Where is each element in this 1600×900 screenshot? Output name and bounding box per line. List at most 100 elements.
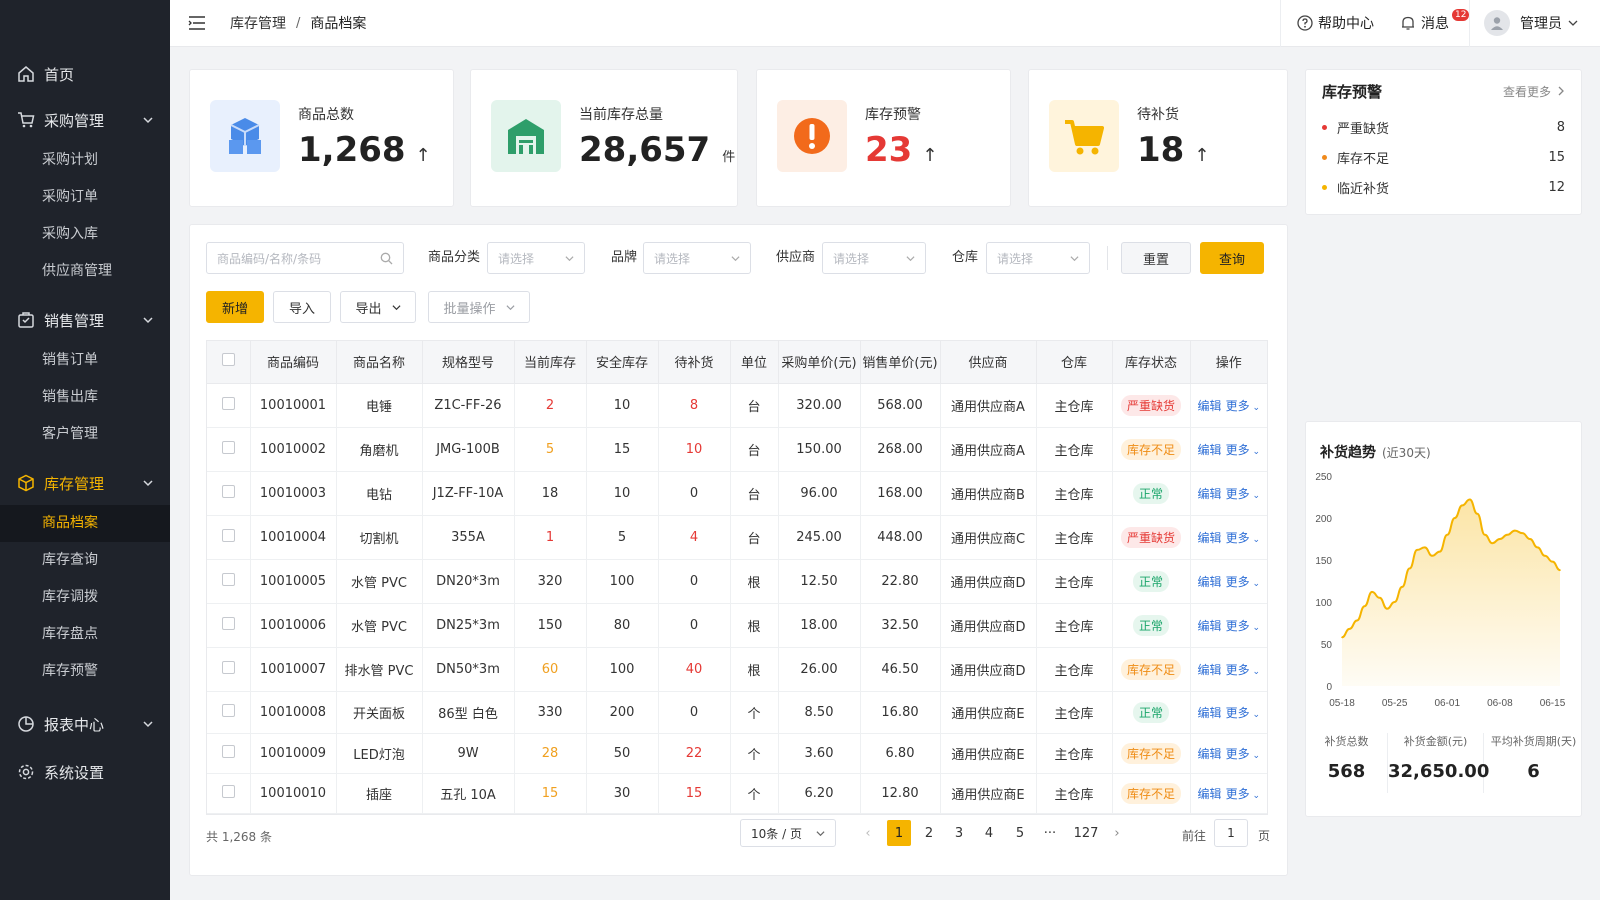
column-header[interactable]: 安全库存: [586, 341, 659, 384]
sidebar-item-stock-count[interactable]: 库存盘点: [0, 616, 170, 653]
table-row[interactable]: 10010010 插座 五孔 10A 15 30 15 个 6.20 12.80 通用供应商E 主仓…: [207, 773, 1267, 814]
checkbox[interactable]: [221, 572, 235, 586]
more-link[interactable]: 更多 ⌄: [1226, 787, 1260, 801]
column-header[interactable]: 供应商: [940, 341, 1037, 384]
column-header[interactable]: 商品名称: [336, 341, 423, 384]
nav-home[interactable]: 首页: [0, 50, 170, 98]
sidebar-item-purchase-order[interactable]: 采购订单: [0, 179, 170, 216]
edit-link[interactable]: 编辑: [1197, 619, 1221, 633]
more-link[interactable]: 更多 ⌄: [1226, 575, 1260, 589]
alert-item[interactable]: 临近补货 12: [1306, 172, 1581, 202]
row-checkbox[interactable]: [207, 603, 251, 648]
checkbox[interactable]: [221, 440, 235, 454]
column-header[interactable]: 待补货: [658, 341, 731, 384]
more-link[interactable]: 更多 ⌄: [1226, 531, 1260, 545]
page-button[interactable]: 1: [887, 820, 911, 846]
table-row[interactable]: 10010009 LED灯泡 9W 28 50 22 个 3.60 6.80 通用供应商E 主仓库库…: [207, 733, 1267, 774]
row-checkbox[interactable]: [207, 383, 251, 428]
edit-link[interactable]: 编辑: [1197, 575, 1221, 589]
breadcrumb-inventory[interactable]: 库存管理: [230, 13, 286, 33]
view-more-link[interactable]: 查看更多: [1503, 83, 1565, 100]
checkbox[interactable]: [221, 484, 235, 498]
sidebar-item-sales-order[interactable]: 销售订单: [0, 342, 170, 379]
nav-purchase[interactable]: 采购管理: [0, 98, 170, 142]
nav-reports[interactable]: 报表中心: [0, 700, 170, 748]
table-row[interactable]: 10010007 排水管 PVC DN50*3m 60 100 40 根 26.00 46.50…: [207, 647, 1267, 692]
edit-link[interactable]: 编辑: [1197, 706, 1221, 720]
alert-item[interactable]: 库存不足 15: [1306, 142, 1581, 172]
more-link[interactable]: 更多 ⌄: [1226, 399, 1260, 413]
checkbox[interactable]: [221, 396, 235, 410]
warehouse-select[interactable]: 请选择: [986, 242, 1090, 274]
page-button[interactable]: 2: [917, 820, 941, 846]
edit-link[interactable]: 编辑: [1197, 399, 1221, 413]
more-link[interactable]: 更多 ⌄: [1226, 706, 1260, 720]
row-checkbox[interactable]: [207, 471, 251, 516]
row-checkbox[interactable]: [207, 427, 251, 472]
table-row[interactable]: 10010006 水管 PVC DN25*3m 150 80 0 根 18.00 32.50 通用…: [207, 603, 1267, 648]
column-header[interactable]: 当前库存: [514, 341, 587, 384]
column-header[interactable]: 单位: [730, 341, 779, 384]
help-center-button[interactable]: 帮助中心: [1280, 0, 1390, 47]
sidebar-item-supplier[interactable]: 供应商管理: [0, 253, 170, 290]
sidebar-item-sales-outbound[interactable]: 销售出库: [0, 379, 170, 416]
page-ellipsis[interactable]: ···: [1038, 820, 1062, 846]
sidebar-item-stock-alert[interactable]: 库存预警: [0, 653, 170, 690]
column-header[interactable]: 规格型号: [422, 341, 515, 384]
table-row[interactable]: 10010008 开关面板 86型 白色 330 200 0 个 8.50 16.80 通用供应商…: [207, 691, 1267, 734]
user-menu[interactable]: 管理员: [1469, 0, 1600, 47]
category-select[interactable]: 请选择: [487, 242, 585, 274]
checkbox[interactable]: [221, 703, 235, 717]
more-link[interactable]: 更多 ⌄: [1226, 747, 1260, 761]
page-button[interactable]: 3: [947, 820, 971, 846]
batch-action-button[interactable]: 批量操作: [428, 291, 530, 323]
checkbox[interactable]: [221, 616, 235, 630]
goto-page-input[interactable]: 1: [1214, 819, 1248, 847]
edit-link[interactable]: 编辑: [1197, 487, 1221, 501]
column-header[interactable]: 仓库: [1036, 341, 1113, 384]
sidebar-item-stock-query[interactable]: 库存查询: [0, 542, 170, 579]
edit-link[interactable]: 编辑: [1197, 663, 1221, 677]
sidebar-item-purchase-inbound[interactable]: 采购入库: [0, 216, 170, 253]
reset-button[interactable]: 重置: [1121, 242, 1191, 274]
nav-inventory[interactable]: 库存管理: [0, 461, 170, 505]
column-header[interactable]: 操作: [1190, 341, 1267, 384]
table-row[interactable]: 10010003 电钻 J1Z-FF-10A 18 10 0 台 96.00 168.00 通用供…: [207, 471, 1267, 516]
table-row[interactable]: 10010005 水管 PVC DN20*3m 320 100 0 根 12.50 22.80 通…: [207, 559, 1267, 604]
sidebar-item-purchase-plan[interactable]: 采购计划: [0, 142, 170, 179]
edit-link[interactable]: 编辑: [1197, 531, 1221, 545]
sidebar-item-stock-transfer[interactable]: 库存调拨: [0, 579, 170, 616]
brand-select[interactable]: 请选择: [643, 242, 751, 274]
more-link[interactable]: 更多 ⌄: [1226, 487, 1260, 501]
nav-sales[interactable]: 销售管理: [0, 298, 170, 342]
prev-page-icon[interactable]: ‹: [856, 820, 880, 846]
page-button[interactable]: 4: [977, 820, 1001, 846]
nav-settings[interactable]: 系统设置: [0, 748, 170, 796]
messages-button[interactable]: 消息 12: [1390, 0, 1470, 47]
row-checkbox[interactable]: [207, 733, 251, 774]
row-checkbox[interactable]: [207, 515, 251, 560]
checkbox[interactable]: [221, 744, 235, 758]
edit-link[interactable]: 编辑: [1197, 747, 1221, 761]
table-row[interactable]: 10010004 切割机 355A 1 5 4 台 245.00 448.00 通用供应商C 主仓库…: [207, 515, 1267, 560]
checkbox[interactable]: [221, 353, 235, 367]
more-link[interactable]: 更多 ⌄: [1226, 443, 1260, 457]
next-page-icon[interactable]: ›: [1105, 820, 1129, 846]
checkbox[interactable]: [221, 660, 235, 674]
query-button[interactable]: 查询: [1200, 242, 1264, 274]
row-checkbox[interactable]: [207, 691, 251, 734]
row-checkbox[interactable]: [207, 647, 251, 692]
column-header[interactable]: 商品编码: [250, 341, 337, 384]
export-button[interactable]: 导出: [340, 291, 416, 323]
search-input[interactable]: 商品编码/名称/条码: [206, 242, 404, 274]
add-button[interactable]: 新增: [206, 291, 264, 323]
page-button[interactable]: 5: [1008, 820, 1032, 846]
checkbox[interactable]: [221, 784, 235, 798]
checkbox[interactable]: [221, 528, 235, 542]
supplier-select[interactable]: 请选择: [822, 242, 926, 274]
alert-item[interactable]: 严重缺货 8: [1306, 112, 1581, 142]
page-size-select[interactable]: 10条 / 页: [740, 819, 836, 847]
import-button[interactable]: 导入: [273, 291, 331, 323]
more-link[interactable]: 更多 ⌄: [1226, 619, 1260, 633]
row-checkbox[interactable]: [207, 773, 251, 814]
